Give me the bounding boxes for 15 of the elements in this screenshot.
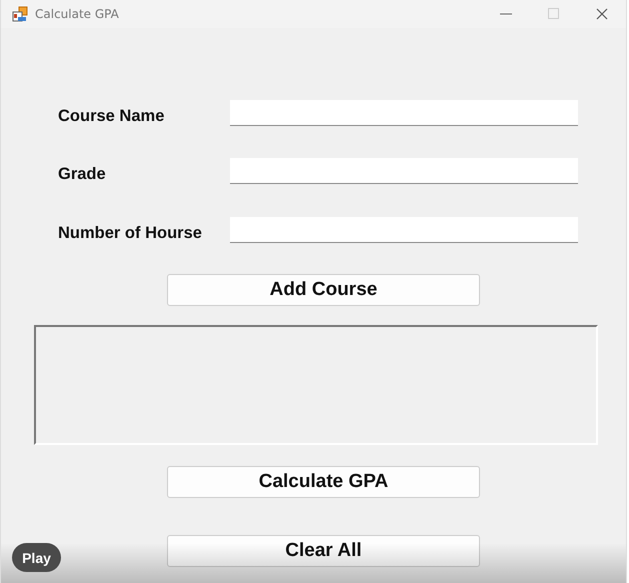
input-field[interactable]: [230, 158, 578, 184]
field-label: Number of Hourse: [57, 224, 203, 242]
play-button[interactable]: Play: [12, 543, 61, 572]
input-field[interactable]: [230, 217, 578, 243]
field-label: Course Name: [57, 106, 166, 126]
app-icon: [12, 6, 28, 22]
close-icon[interactable]: [596, 8, 608, 20]
course-list[interactable]: [34, 325, 598, 445]
add-course-button[interactable]: Add Course: [167, 274, 480, 306]
field-label: Grade: [57, 164, 107, 184]
minimize-icon[interactable]: [500, 13, 512, 15]
input-field[interactable]: [230, 100, 578, 126]
calculate-gpa-button[interactable]: Calculate GPA: [167, 466, 480, 498]
clear-all-button[interactable]: Clear All: [167, 535, 480, 567]
window-title: Calculate GPA: [35, 7, 119, 21]
